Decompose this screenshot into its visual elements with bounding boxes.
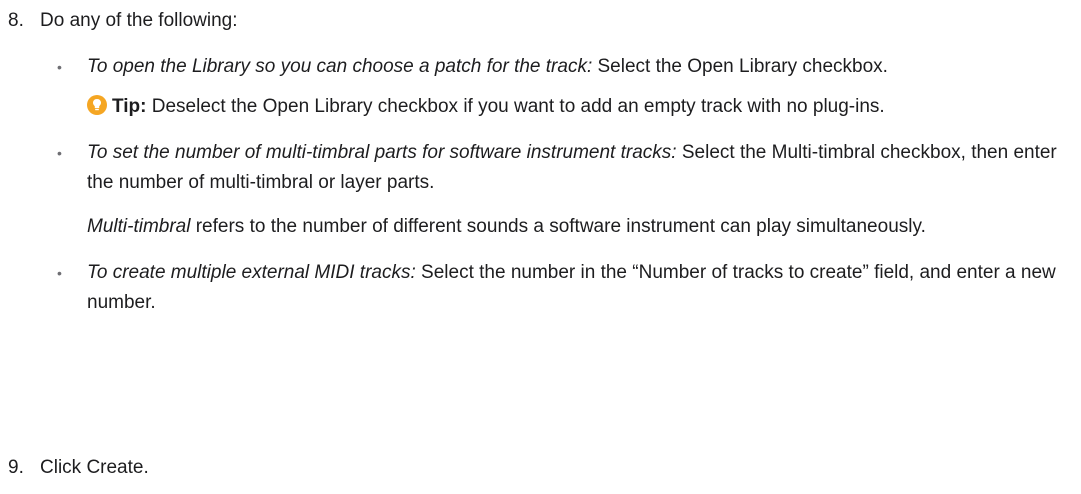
list-item: • To set the number of multi-timbral par… (57, 138, 1061, 242)
option-paragraph: To set the number of multi-timbral parts… (87, 138, 1061, 198)
option-lead: To create multiple external MIDI tracks: (87, 262, 416, 283)
step-number: 9. (8, 457, 24, 478)
tip-text: Deselect the Open Library checkbox if yo… (146, 96, 885, 117)
term: Multi-timbral (87, 216, 191, 237)
option-lead: To open the Library so you can choose a … (87, 56, 593, 77)
step-text: Do any of the following: (40, 10, 238, 31)
option-text: Select the Open Library checkbox. (592, 56, 888, 77)
tip-label: Tip: (112, 96, 147, 117)
option-lead: To set the number of multi-timbral parts… (87, 142, 677, 163)
option-paragraph: To open the Library so you can choose a … (87, 52, 1061, 82)
step-number: 8. (8, 10, 24, 31)
document-page: 8. Do any of the following: • To open the… (0, 0, 1081, 494)
list-item: • To open the Library so you can choose … (57, 52, 1061, 122)
bullet-icon: • (57, 59, 62, 75)
step-8: 8. Do any of the following: (8, 6, 1061, 36)
option-paragraph: To create multiple external MIDI tracks:… (87, 258, 1061, 318)
options-list: • To open the Library so you can choose … (57, 52, 1061, 318)
list-item: • To create multiple external MIDI track… (57, 258, 1061, 318)
definition-text: refers to the number of different sounds… (190, 216, 926, 237)
step-9: 9. Click Create. (8, 453, 1061, 483)
bullet-icon: • (57, 145, 62, 161)
bullet-icon: • (57, 265, 62, 281)
tip-paragraph: Tip: Deselect the Open Library checkbox … (87, 92, 1061, 122)
step-text: Click Create. (40, 457, 149, 478)
definition-paragraph: Multi-timbral refers to the number of di… (87, 212, 1061, 242)
lightbulb-icon (87, 95, 107, 115)
